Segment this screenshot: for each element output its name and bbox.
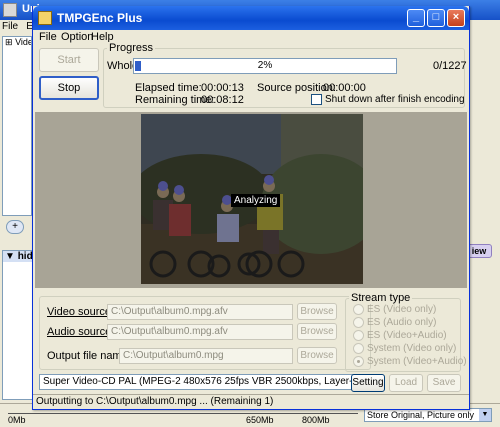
add-icon[interactable]: +: [6, 220, 24, 234]
stream-option-es-video: ES (Video only): [367, 304, 437, 315]
background-list[interactable]: ▼ hid: [2, 250, 36, 400]
background-app-icon: [3, 3, 17, 17]
background-tree-item[interactable]: ⊞ Vide: [3, 37, 31, 48]
stream-radio-system-video[interactable]: [353, 343, 364, 354]
encoder-window: TMPGEnc Plus _ □ × File Option Help Star…: [32, 6, 470, 410]
whole-progress-bar: 2%: [133, 58, 397, 74]
setting-button[interactable]: Setting: [351, 374, 385, 392]
audio-source-label: Audio source:: [47, 326, 115, 338]
status-bar: Outputting to C:\Output\album0.mpg ... (…: [33, 394, 469, 409]
stream-radio-es-video[interactable]: [353, 304, 364, 315]
audio-browse-button[interactable]: Browse: [297, 323, 337, 340]
video-source-label: Video source:: [47, 306, 115, 318]
analyzing-overlay: Analyzing: [231, 194, 281, 207]
stream-option-es-audio: ES (Audio only): [367, 317, 437, 328]
stream-radio-es-video-audio[interactable]: [353, 330, 364, 341]
load-button[interactable]: Load: [389, 374, 423, 392]
stream-type-label: Stream type: [349, 292, 413, 304]
maximize-button[interactable]: □: [427, 9, 445, 27]
settings-info-field: Super Video-CD PAL (MPEG-2 480x576 25fps…: [39, 374, 371, 390]
shutdown-label: Shut down after finish encoding: [325, 94, 465, 105]
standard-select[interactable]: Store Original, Picture only ▼: [364, 408, 492, 422]
stream-option-system-video-audio: System (Video+Audio): [367, 356, 467, 367]
close-button[interactable]: ×: [447, 9, 465, 27]
menu-bar: File Option Help: [33, 30, 469, 46]
source-position-value: 00:00:00: [323, 82, 366, 94]
background-tree[interactable]: ⊞ Vide: [2, 36, 32, 216]
title-bar[interactable]: TMPGEnc Plus _ □ ×: [33, 6, 469, 30]
scale-label-0: 0Mb: [8, 415, 26, 425]
elapsed-label: Elapsed time:: [135, 82, 202, 94]
app-icon: [38, 11, 52, 25]
status-text: Outputting to C:\Output\album0.mpg ... (…: [36, 396, 274, 407]
tree-expand-icon[interactable]: ⊞: [5, 37, 13, 47]
progress-group-label: Progress: [107, 42, 156, 54]
shutdown-checkbox[interactable]: [311, 94, 322, 105]
menu-file[interactable]: File: [39, 31, 57, 43]
scale-label-800: 800Mb: [302, 415, 330, 425]
background-menu-file[interactable]: File: [2, 21, 18, 32]
menu-option[interactable]: Option: [61, 31, 93, 43]
audio-source-field[interactable]: C:\Output\album0.mpg.afv: [107, 324, 293, 340]
background-list-header: ▼ hid: [3, 251, 35, 262]
stream-radio-system-video-audio[interactable]: [353, 356, 364, 367]
stop-button[interactable]: Stop: [39, 76, 99, 100]
chevron-down-icon[interactable]: ▼: [479, 409, 491, 421]
background-add-buttons: +: [6, 220, 24, 234]
save-button[interactable]: Save: [427, 374, 461, 392]
frame-count: 0/1227: [433, 60, 467, 72]
video-browse-button[interactable]: Browse: [297, 303, 337, 320]
stream-radio-es-audio[interactable]: [353, 317, 364, 328]
minimize-button[interactable]: _: [407, 9, 425, 27]
stream-option-system-video: System (Video only): [367, 343, 457, 354]
output-file-field[interactable]: C:\Output\album0.mpg: [119, 348, 293, 364]
elapsed-value: 00:00:13: [201, 82, 244, 94]
window-title: TMPGEnc Plus: [57, 11, 143, 25]
stream-option-es-video-audio: ES (Video+Audio): [367, 330, 447, 341]
scale-label-650: 650Mb: [246, 415, 274, 425]
remaining-value: 00:08:12: [201, 94, 244, 106]
start-button[interactable]: Start: [39, 48, 99, 72]
video-source-field[interactable]: C:\Output\album0.mpg.afv: [107, 304, 293, 320]
output-browse-button[interactable]: Browse: [297, 347, 337, 364]
progress-percent: 2%: [257, 60, 273, 71]
preview-area: Analyzing: [35, 112, 467, 288]
